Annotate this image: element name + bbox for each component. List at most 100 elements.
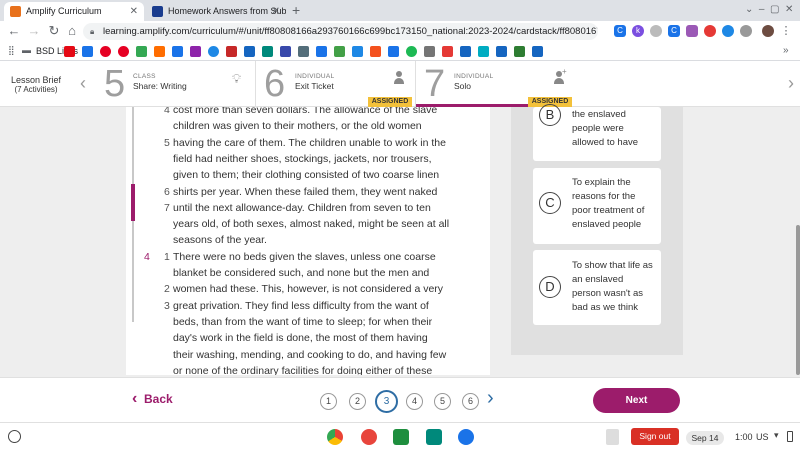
time-label[interactable]: 1:00: [735, 432, 753, 442]
launcher-icon[interactable]: [8, 430, 21, 443]
answer-text: To show that life as an enslaved person wa…: [572, 260, 653, 313]
bookmark-icon[interactable]: [424, 46, 435, 57]
answer-letter: D: [539, 276, 561, 298]
puzzle-icon[interactable]: [740, 25, 752, 37]
page-scrollbar-thumb[interactable]: [796, 225, 800, 375]
activity-card-5[interactable]: 5 CLASS Share: Writing 💡︎: [96, 61, 256, 107]
extension-icon[interactable]: [704, 25, 716, 37]
home-icon[interactable]: ⌂: [64, 23, 80, 39]
page-button-6[interactable]: 6: [462, 393, 479, 410]
url-input[interactable]: 🔒︎ learning.amplify.com/curriculum/#/uni…: [83, 23, 598, 40]
extension-c-icon[interactable]: C: [614, 25, 626, 37]
lock-icon: 🔒︎: [90, 27, 95, 36]
answer-option-d[interactable]: D To show that life as an enslaved person …: [533, 250, 661, 325]
netflix-bookmark-icon[interactable]: [64, 46, 75, 57]
bookmark-icon[interactable]: [334, 46, 345, 57]
classroom-icon[interactable]: [393, 429, 409, 445]
answer-option-b[interactable]: B the enslaved people were allowed to have: [533, 104, 661, 161]
line-number: 7: [164, 201, 170, 214]
bookmark-icon[interactable]: [352, 46, 363, 57]
bookmark-icon[interactable]: [532, 46, 543, 57]
activity-card-7[interactable]: 7 INDIVIDUAL Solo + ASSIGNED: [416, 61, 576, 107]
bookmark-icon[interactable]: [298, 46, 309, 57]
activity-title: Exit Ticket: [295, 81, 334, 91]
window-controls-icon[interactable]: ⌄ – ▢ ✕: [745, 4, 793, 15]
page-button-3-current[interactable]: 3: [375, 390, 398, 413]
bookmark-icon[interactable]: [514, 46, 525, 57]
bookmark-icon[interactable]: [226, 46, 237, 57]
sign-out-button[interactable]: Sign out: [631, 428, 679, 445]
assigned-badge: ASSIGNED: [368, 97, 412, 107]
back-button[interactable]: ‹ Back: [132, 390, 173, 410]
pinterest-bookmark-icon[interactable]: [100, 46, 111, 57]
bookmark-icon[interactable]: [82, 46, 93, 57]
close-tab-icon[interactable]: ✕: [272, 2, 280, 21]
bookmark-icon[interactable]: [154, 46, 165, 57]
extension-icon[interactable]: [650, 25, 662, 37]
profile-avatar[interactable]: [762, 25, 774, 37]
page-button-1[interactable]: 1: [320, 393, 337, 410]
homework-favicon-icon: [152, 6, 163, 17]
extension-k-icon[interactable]: k: [632, 25, 644, 37]
page-button-5[interactable]: 5: [434, 393, 451, 410]
extension-icon[interactable]: [686, 25, 698, 37]
bookmark-icon[interactable]: [370, 46, 381, 57]
passage-scroll-thumb[interactable]: [131, 184, 135, 221]
battery-icon[interactable]: [787, 431, 793, 442]
url-text: learning.amplify.com/curriculum/#/unit/f…: [103, 26, 598, 37]
bookmark-icon[interactable]: [388, 46, 399, 57]
lesson-header: Lesson Brief (7 Activities) ‹ 5 CLASS Sh…: [0, 61, 800, 107]
chrome-icon[interactable]: [327, 429, 343, 445]
spotify-bookmark-icon[interactable]: [406, 46, 417, 57]
back-arrow-icon[interactable]: ←: [6, 23, 22, 39]
bookmark-icon[interactable]: [496, 46, 507, 57]
passage-panel[interactable]: 4 cost more than seven dollars. The allow…: [126, 107, 490, 375]
bookmark-icon[interactable]: [172, 46, 183, 57]
tab-homework[interactable]: Homework Answers from Subje ✕: [146, 2, 286, 21]
amplify-favicon-icon: [10, 6, 21, 17]
region-label[interactable]: US: [756, 432, 769, 442]
close-tab-icon[interactable]: ✕: [130, 2, 138, 21]
bookmark-icon[interactable]: [280, 46, 291, 57]
pinterest-bookmark-icon[interactable]: [118, 46, 129, 57]
clipboard-icon[interactable]: [606, 429, 619, 445]
more-menu-icon[interactable]: ⋮: [780, 25, 792, 37]
camera-icon[interactable]: [458, 429, 474, 445]
bookmark-icon[interactable]: [478, 46, 489, 57]
app-icon[interactable]: [361, 429, 377, 445]
bookmark-icon[interactable]: [190, 46, 201, 57]
bookmark-icon[interactable]: [316, 46, 327, 57]
bookmark-icon[interactable]: [244, 46, 255, 57]
reload-icon[interactable]: ↻: [46, 23, 62, 39]
passage-line: great privation. They find less difficul…: [173, 299, 429, 312]
forward-arrow-icon[interactable]: →: [26, 23, 42, 39]
extension-icon[interactable]: [722, 25, 734, 37]
bookmark-icon[interactable]: [136, 46, 147, 57]
extension-icon[interactable]: C: [668, 25, 680, 37]
line-number: 4: [164, 107, 170, 116]
next-page-chevron-icon[interactable]: ›: [487, 387, 494, 410]
answer-option-c[interactable]: C To explain the reasons for the poor trea…: [533, 168, 661, 244]
more-bookmarks-icon[interactable]: »: [783, 45, 789, 56]
bookmark-icon[interactable]: [208, 46, 219, 57]
date-label[interactable]: Sep 14: [686, 431, 724, 445]
apps-grid-icon[interactable]: ⣿: [8, 45, 15, 56]
wifi-icon[interactable]: ▾: [774, 430, 779, 441]
new-tab-button[interactable]: +: [292, 2, 300, 18]
next-activity-arrow-icon[interactable]: ›: [788, 73, 794, 94]
next-button[interactable]: Next: [593, 388, 680, 413]
bookmark-icon[interactable]: [262, 46, 273, 57]
bookmark-icon[interactable]: [460, 46, 471, 57]
passage-line: years old, of both sexes, almost naked, …: [173, 218, 450, 231]
answer-panel: B the enslaved people were allowed to have…: [511, 104, 683, 355]
tab-amplify[interactable]: Amplify Curriculum ✕: [4, 2, 144, 21]
previous-activity-arrow-icon[interactable]: ‹: [80, 73, 86, 94]
page-button-4[interactable]: 4: [406, 393, 423, 410]
lesson-brief-button[interactable]: Lesson Brief (7 Activities): [6, 75, 66, 94]
activity-kind: CLASS: [133, 73, 156, 80]
bookmark-icon[interactable]: [442, 46, 453, 57]
folder-icon: ▬: [22, 45, 31, 55]
activity-card-6[interactable]: 6 INDIVIDUAL Exit Ticket ASSIGNED: [256, 61, 416, 107]
meet-icon[interactable]: [426, 429, 442, 445]
page-button-2[interactable]: 2: [349, 393, 366, 410]
